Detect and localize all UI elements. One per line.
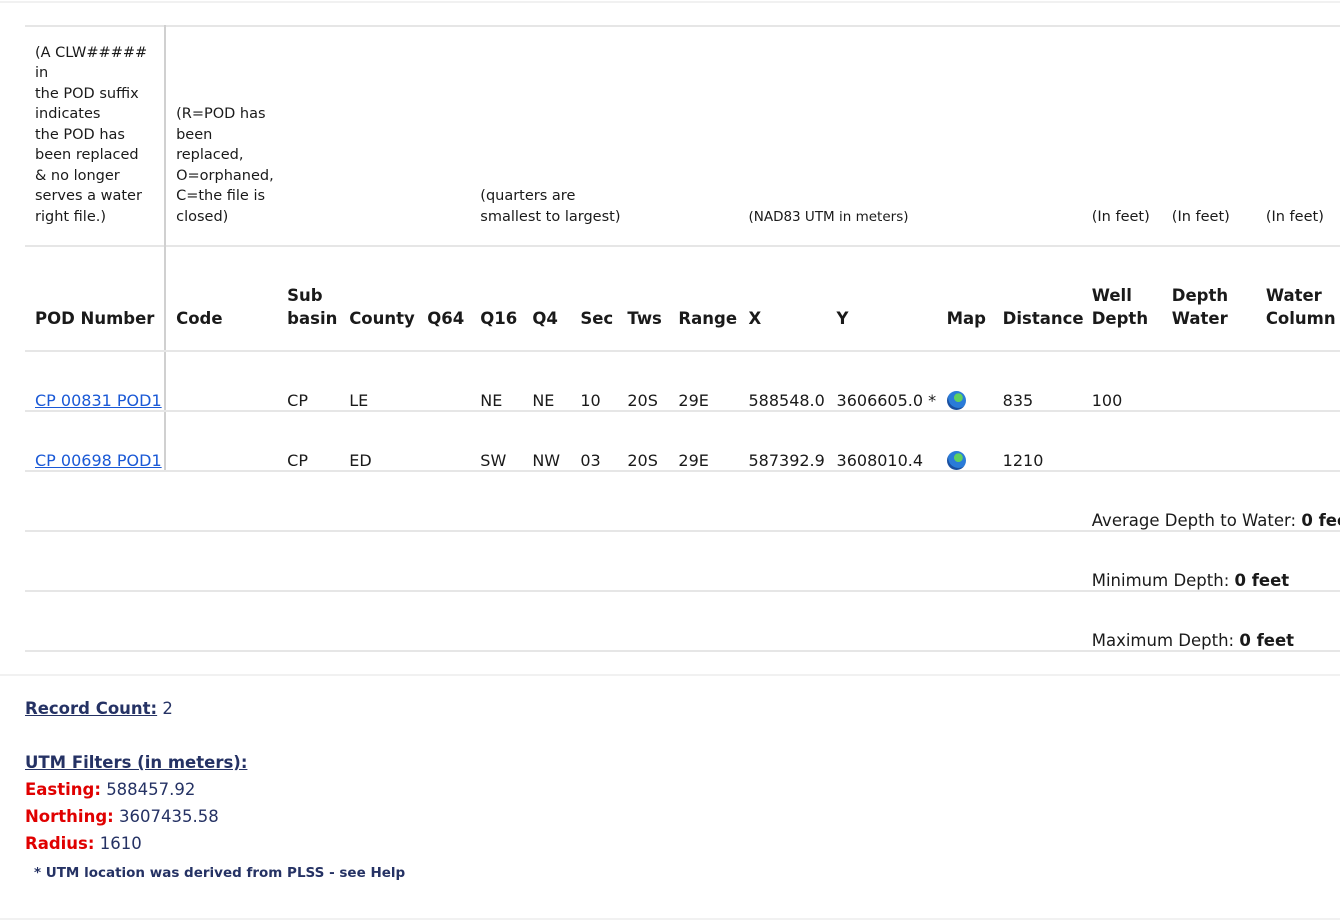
notes-row: (A CLW##### in the POD suffix indicates … — [25, 25, 1340, 246]
globe-icon[interactable] — [946, 391, 966, 410]
q64-cell — [417, 411, 471, 472]
filters-footer: Record Count: 2 UTM Filters (in meters):… — [25, 695, 405, 881]
header-q4: Q4 — [522, 245, 571, 352]
x-cell: 588548.0 — [738, 351, 827, 412]
radius-filter: Radius: 1610 — [25, 834, 142, 853]
pod-link[interactable]: CP 00698 POD1 — [35, 451, 162, 470]
q4-cell: NE — [522, 351, 571, 412]
water-column-cell — [1243, 411, 1340, 472]
distance-cell: 835 — [992, 351, 1082, 412]
well-depth-note: (In feet) — [1081, 25, 1162, 246]
pod-link[interactable]: CP 00831 POD1 — [35, 391, 162, 410]
northing-filter: Northing: 3607435.58 — [25, 807, 219, 826]
x-cell: 587392.9 — [738, 411, 827, 472]
q64-cell — [417, 351, 471, 412]
bottom-divider — [0, 918, 1340, 920]
range-cell: 29E — [668, 411, 739, 472]
tws-cell: 20S — [617, 351, 669, 412]
maximum-depth-summary: Maximum Depth: 0 feet — [1081, 591, 1340, 652]
header-x: X — [738, 245, 827, 352]
average-depth-summary: Average Depth to Water: 0 feet — [1081, 471, 1340, 532]
tws-cell: 20S — [617, 411, 669, 472]
header-range: Range — [668, 245, 739, 352]
water-column-note: (In feet) — [1243, 25, 1340, 246]
header-row: POD Number Code Sub basin County Q64 Q16 … — [25, 245, 1340, 352]
pod-results-table: (A CLW##### in the POD suffix indicates … — [25, 25, 1340, 652]
y-cell: 3608010.4 — [826, 411, 937, 472]
header-q64: Q64 — [417, 245, 471, 352]
top-divider — [0, 1, 1340, 3]
easting-filter: Easting: 588457.92 — [25, 780, 196, 799]
globe-icon[interactable] — [946, 451, 966, 470]
county-cell: LE — [339, 351, 418, 412]
header-sub-basin: Sub basin — [277, 245, 340, 352]
minimum-depth-row: Minimum Depth: 0 feet — [25, 531, 1340, 592]
maximum-depth-row: Maximum Depth: 0 feet — [25, 591, 1340, 652]
depth-water-note: (In feet) — [1161, 25, 1244, 246]
q16-cell: SW — [470, 411, 523, 472]
code-note: (R=POD has been replaced, O=orphaned, C=… — [165, 25, 278, 246]
water-column-cell — [1243, 351, 1340, 412]
code-cell — [165, 351, 278, 412]
range-cell: 29E — [668, 351, 739, 412]
pod-cell: CP 00698 POD1 — [25, 411, 167, 472]
y-cell: 3606605.0 * — [826, 351, 937, 412]
header-q16: Q16 — [470, 245, 523, 352]
header-depth-water: Depth Water — [1161, 245, 1244, 352]
header-tws: Tws — [617, 245, 669, 352]
distance-cell: 1210 — [992, 411, 1082, 472]
quarters-note: (quarters are smallest to largest) — [470, 25, 669, 246]
results-divider — [0, 674, 1340, 676]
code-cell — [165, 411, 278, 472]
header-sec: Sec — [570, 245, 618, 352]
record-count: Record Count: 2 — [25, 699, 173, 718]
map-cell — [936, 411, 993, 472]
q4-cell: NW — [522, 411, 571, 472]
header-water-column: Water Column — [1243, 245, 1340, 352]
average-depth-row: Average Depth to Water: 0 feet — [25, 471, 1340, 532]
header-map: Map — [936, 245, 993, 352]
basin-cell: CP — [277, 411, 340, 472]
pod-note: (A CLW##### in the POD suffix indicates … — [25, 25, 167, 246]
basin-cell: CP — [277, 351, 340, 412]
map-cell — [936, 351, 993, 412]
well-depth-cell — [1081, 411, 1162, 472]
sec-cell: 10 — [570, 351, 618, 412]
header-code: Code — [165, 245, 278, 352]
header-well-depth: Well Depth — [1081, 245, 1162, 352]
county-cell: ED — [339, 411, 418, 472]
depth-water-cell — [1161, 411, 1244, 472]
sec-cell: 03 — [570, 411, 618, 472]
header-distance: Distance — [992, 245, 1084, 352]
header-y: Y — [826, 245, 937, 352]
utm-filters-heading: UTM Filters (in meters): — [25, 753, 248, 772]
plss-note: * UTM location was derived from PLSS - s… — [34, 865, 406, 881]
header-county: County — [339, 245, 418, 352]
table-row: CP 00698 POD1 CP ED SW NW 03 20S 29E 587… — [25, 411, 1340, 472]
header-pod-number: POD Number — [25, 245, 167, 352]
depth-water-cell — [1161, 351, 1244, 412]
well-depth-cell: 100 — [1081, 351, 1162, 412]
utm-note: (NAD83 UTM in meters) — [738, 25, 993, 246]
q16-cell: NE — [470, 351, 523, 412]
minimum-depth-summary: Minimum Depth: 0 feet — [1081, 531, 1340, 592]
pod-cell: CP 00831 POD1 — [25, 351, 167, 412]
table-row: CP 00831 POD1 CP LE NE NE 10 20S 29E 588… — [25, 351, 1340, 412]
